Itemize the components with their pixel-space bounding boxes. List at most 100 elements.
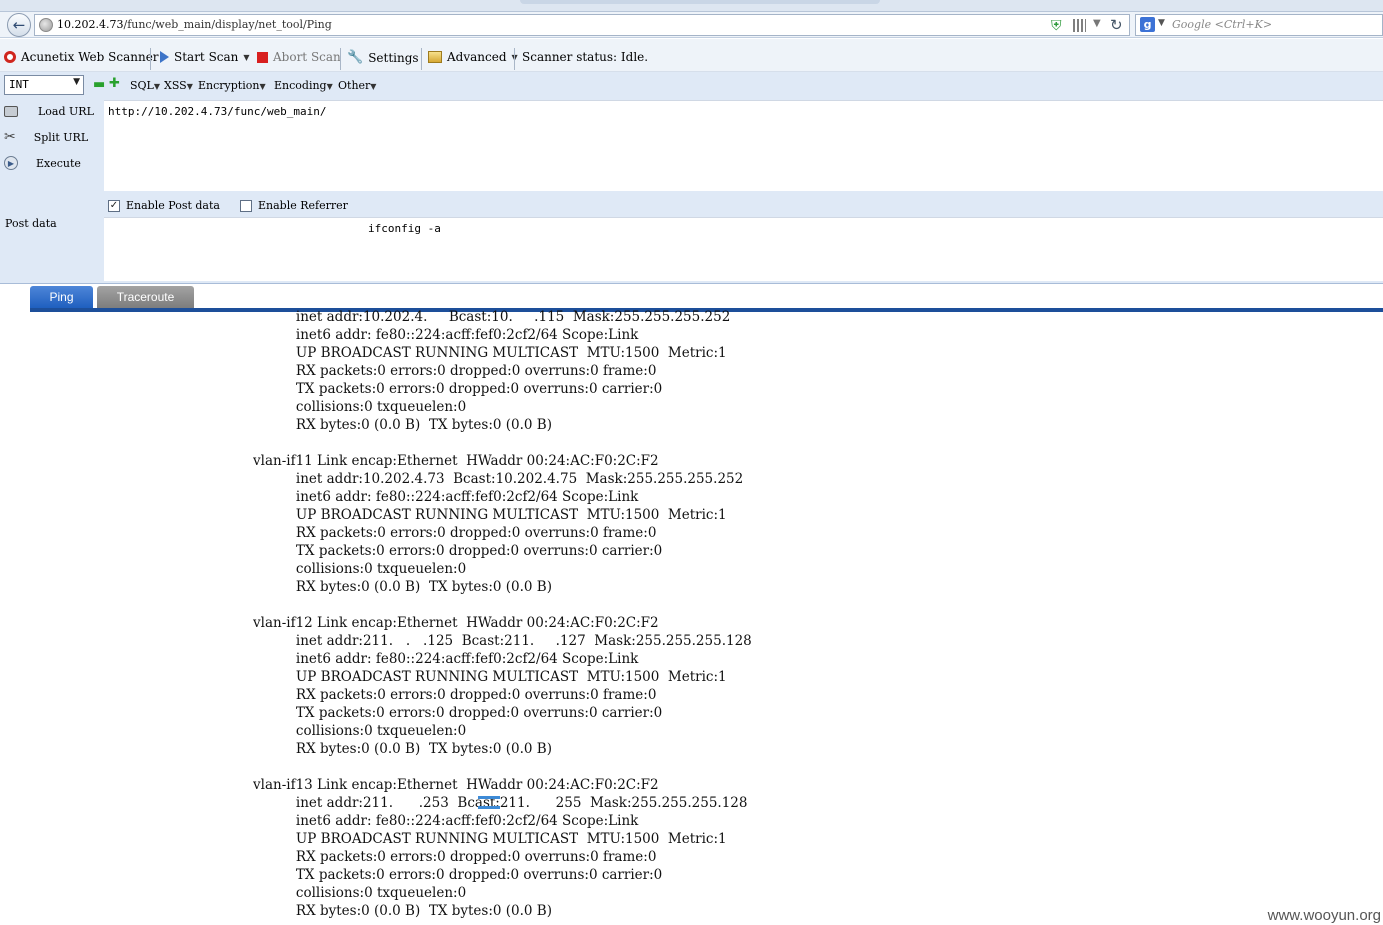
output-line: UP BROADCAST RUNNING MULTICAST MTU:1500 … — [253, 831, 727, 847]
type-select[interactable]: INT ▼ — [4, 75, 84, 95]
abort-scan-button[interactable]: Abort Scan — [257, 50, 341, 64]
output-line: TX packets:0 errors:0 dropped:0 overruns… — [253, 705, 663, 721]
split-url-button[interactable]: ✂ Split URL — [4, 129, 88, 145]
output-line: vlan-if13 Link encap:Ethernet HWaddr 00:… — [253, 777, 659, 793]
output-line: TX packets:0 errors:0 dropped:0 overruns… — [253, 381, 663, 397]
acunetix-title: Acunetix Web Scanner — [21, 50, 159, 64]
start-scan-button[interactable]: Start Scan ▼ — [160, 50, 250, 64]
scanner-status: Scanner status: Idle. — [522, 50, 648, 64]
output-line: inet6 addr: fe80::224:acff:fef0:2cf2/64 … — [253, 651, 639, 667]
encryption-menu[interactable]: Encryption▼ — [198, 79, 266, 92]
settings-label: Settings — [368, 50, 419, 65]
load-url-button[interactable]: Load URL — [4, 105, 94, 118]
chevron-down-icon: ▼ — [370, 82, 377, 91]
sql-menu[interactable]: SQL▼ — [130, 79, 160, 92]
acunetix-menu[interactable]: Acunetix Web Scanner — [4, 50, 159, 64]
url-path: /func/web_main/display/net_tool/Ping — [123, 18, 332, 31]
tab-ping[interactable]: Ping — [30, 286, 93, 308]
post-data-value: ifconfig -a — [368, 222, 441, 235]
divider — [421, 48, 422, 70]
search-placeholder[interactable]: Google <Ctrl+K> — [1172, 18, 1272, 31]
enable-post-label: Enable Post data — [126, 199, 220, 212]
command-output: inet addr:10.202.4. Bcast:10. .115 Mask:… — [253, 308, 1373, 923]
other-menu[interactable]: Other▼ — [338, 79, 376, 92]
post-data-label: Post data — [5, 217, 57, 230]
xss-menu[interactable]: XSS▼ — [164, 79, 193, 92]
watermark: www.wooyun.org — [1267, 907, 1381, 924]
url-host: 10.202.4.73 — [57, 18, 124, 31]
post-data-textarea[interactable]: ifconfig -a — [104, 217, 1383, 281]
url-textarea[interactable]: http://10.202.4.73/func/web_main/ — [104, 100, 1383, 191]
output-line: vlan-if12 Link encap:Ethernet HWaddr 00:… — [253, 615, 659, 631]
reload-icon[interactable]: ↻ — [1110, 16, 1123, 34]
increase-icon[interactable]: ✚ — [109, 76, 120, 91]
output-line: RX bytes:0 (0.0 B) TX bytes:0 (0.0 B) — [253, 903, 552, 919]
xss-menu-label: XSS — [164, 79, 187, 92]
output-line: UP BROADCAST RUNNING MULTICAST MTU:1500 … — [253, 507, 727, 523]
output-line: RX packets:0 errors:0 dropped:0 overruns… — [253, 849, 657, 865]
output-line: inet addr:211. .253 Bcast:211. 255 Mask:… — [253, 795, 748, 811]
checkbox-unchecked-icon — [240, 199, 252, 212]
checkbox-checked-icon: ✓ — [108, 199, 120, 212]
chevron-down-icon: ▼ — [259, 82, 266, 91]
load-url-label: Load URL — [38, 105, 94, 118]
other-menu-label: Other — [338, 79, 371, 92]
output-line: collisions:0 txqueuelen:0 — [253, 561, 467, 577]
output-line: RX bytes:0 (0.0 B) TX bytes:0 (0.0 B) — [253, 741, 552, 757]
enable-referrer-label: Enable Referrer — [258, 199, 348, 212]
back-arrow-icon[interactable]: ← — [7, 13, 31, 37]
output-line: collisions:0 txqueuelen:0 — [253, 399, 467, 415]
output-line: RX packets:0 errors:0 dropped:0 overruns… — [253, 687, 657, 703]
output-line: UP BROADCAST RUNNING MULTICAST MTU:1500 … — [253, 669, 727, 685]
execute-button[interactable]: ▶ Execute — [4, 156, 81, 170]
output-line: inet addr:10.202.4.73 Bcast:10.202.4.75 … — [253, 471, 744, 487]
chevron-down-icon: ▼ — [326, 82, 333, 91]
output-line: UP BROADCAST RUNNING MULTICAST MTU:1500 … — [253, 345, 727, 361]
output-line: RX bytes:0 (0.0 B) TX bytes:0 (0.0 B) — [253, 417, 552, 433]
encoding-menu[interactable]: Encoding▼ — [274, 79, 333, 92]
divider — [340, 48, 341, 70]
divider — [150, 48, 151, 70]
address-text[interactable]: 10.202.4.73/func/web_main/display/net_to… — [57, 18, 332, 31]
output-line: collisions:0 txqueuelen:0 — [253, 723, 467, 739]
chevron-down-icon: ▼ — [73, 77, 80, 87]
output-line: inet addr:10.202.4. Bcast:10. .115 Mask:… — [253, 309, 731, 325]
encoding-menu-label: Encoding — [274, 79, 327, 92]
output-line: inet addr:211. . .125 Bcast:211. .127 Ma… — [253, 633, 752, 649]
chevron-down-icon: ▼ — [186, 82, 193, 91]
search-engine-dropdown-icon[interactable]: ▼ — [1158, 18, 1165, 28]
play-circle-icon: ▶ — [4, 156, 18, 170]
start-scan-label: Start Scan — [174, 50, 239, 64]
shield-icon[interactable]: ⛨ — [1051, 18, 1062, 34]
sql-menu-label: SQL — [130, 79, 154, 92]
google-icon[interactable]: g — [1140, 17, 1155, 32]
address-bar[interactable]: 10.202.4.73/func/web_main/display/net_to… — [34, 14, 1130, 36]
enable-post-checkbox[interactable]: ✓ Enable Post data — [108, 199, 220, 212]
output-line: collisions:0 txqueuelen:0 — [253, 885, 467, 901]
output-line: RX packets:0 errors:0 dropped:0 overruns… — [253, 525, 657, 541]
output-line: RX bytes:0 (0.0 B) TX bytes:0 (0.0 B) — [253, 579, 552, 595]
advanced-icon — [428, 51, 442, 63]
browser-tab[interactable] — [520, 0, 880, 4]
redaction-mark — [478, 806, 500, 809]
decrease-icon[interactable]: ▬ — [93, 77, 105, 92]
output-line: inet6 addr: fe80::224:acff:fef0:2cf2/64 … — [253, 327, 639, 343]
qr-code-icon[interactable] — [1073, 19, 1086, 32]
output-line: TX packets:0 errors:0 dropped:0 overruns… — [253, 867, 663, 883]
output-line: RX packets:0 errors:0 dropped:0 overruns… — [253, 363, 657, 379]
hackbar-panel: INT ▼ ▬ ✚ SQL▼ XSS▼ Encryption▼ Encoding… — [0, 72, 1383, 284]
stop-icon — [257, 51, 268, 63]
enable-referrer-checkbox[interactable]: Enable Referrer — [240, 199, 348, 212]
advanced-button[interactable]: Advanced ▼ — [428, 50, 518, 64]
tab-traceroute[interactable]: Traceroute — [97, 286, 194, 308]
execute-label: Execute — [36, 156, 81, 170]
settings-button[interactable]: 🔧 Settings — [347, 50, 419, 65]
dropdown-arrow-icon[interactable]: ▼ — [1093, 18, 1101, 29]
output-line: TX packets:0 errors:0 dropped:0 overruns… — [253, 543, 663, 559]
encryption-menu-label: Encryption — [198, 79, 260, 92]
search-box[interactable]: g ▼ Google <Ctrl+K> — [1135, 14, 1383, 36]
scissors-icon: ✂ — [4, 129, 16, 145]
load-url-icon — [4, 106, 18, 117]
